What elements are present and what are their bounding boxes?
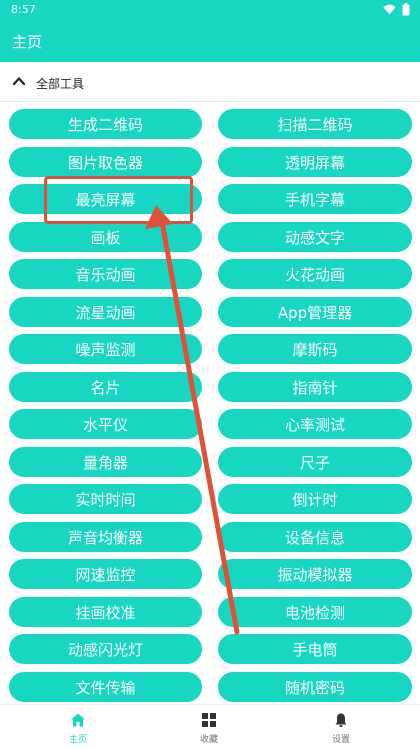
nav-settings-label: 设置 (331, 735, 350, 745)
tool-button[interactable]: 最亮屏幕 (9, 184, 202, 214)
tool-button[interactable]: 动感文字 (218, 222, 412, 252)
bell-icon (335, 713, 347, 727)
tool-button[interactable]: 尺子 (218, 447, 412, 477)
status-time: 8:57 (11, 3, 36, 16)
tool-button[interactable]: 图片取色器 (9, 147, 202, 177)
status-icons (383, 3, 410, 16)
section-header-all-tools[interactable]: 全部工具 (0, 62, 420, 102)
tool-button[interactable]: 声音均衡器 (9, 522, 202, 552)
tool-button[interactable]: 手电筒 (218, 634, 412, 664)
tool-button[interactable]: 设备信息 (218, 522, 412, 552)
tool-button[interactable]: 摩斯码 (218, 334, 412, 364)
tool-button[interactable]: 电池检测 (218, 597, 412, 627)
app-bar: 主页 (0, 20, 420, 62)
nav-favorites-label: 收藏 (199, 735, 218, 745)
tool-button[interactable]: 振动模拟器 (218, 559, 412, 589)
section-label: 全部工具 (36, 77, 85, 91)
tool-button[interactable]: 文件传输 (9, 672, 202, 702)
status-bar: 8:57 (0, 0, 420, 20)
battery-icon (402, 3, 410, 16)
tool-button[interactable]: 动感闪光灯 (9, 634, 202, 664)
tool-button[interactable]: 挂画校准 (9, 597, 202, 627)
tool-button[interactable]: 倒计时 (218, 484, 412, 514)
tool-button[interactable]: 手机字幕 (218, 184, 412, 214)
tool-button[interactable]: 水平仪 (9, 409, 202, 439)
bottom-nav: 主页 收藏 设置 (0, 704, 420, 748)
nav-favorites[interactable]: 收藏 (159, 705, 259, 748)
tool-button[interactable]: 流星动画 (9, 297, 202, 327)
tool-button[interactable]: App管理器 (218, 297, 412, 327)
wifi-icon (383, 4, 396, 15)
home-icon (71, 713, 85, 727)
tool-button[interactable]: 扫描二维码 (218, 109, 412, 139)
tool-button[interactable]: 透明屏幕 (218, 147, 412, 177)
nav-home-label: 主页 (68, 735, 87, 745)
chevron-up-icon[interactable] (12, 74, 26, 88)
tool-button[interactable]: 名片 (9, 372, 202, 402)
tool-button[interactable]: 随机密码 (218, 672, 412, 702)
tool-button[interactable]: 网速监控 (9, 559, 202, 589)
tool-button[interactable]: 音乐动画 (9, 259, 202, 289)
tool-button[interactable]: 生成二维码 (9, 109, 202, 139)
nav-settings[interactable]: 设置 (291, 705, 391, 748)
tool-button[interactable]: 火花动画 (218, 259, 412, 289)
nav-home[interactable]: 主页 (28, 705, 128, 748)
tool-button[interactable]: 噪声监测 (9, 334, 202, 364)
tool-button[interactable]: 量角器 (9, 447, 202, 477)
page-title: 主页 (12, 33, 43, 51)
tool-button[interactable]: 实时时间 (9, 484, 202, 514)
grid-icon (202, 713, 216, 727)
tool-button[interactable]: 画板 (9, 222, 202, 252)
tool-button[interactable]: 心率测试 (218, 409, 412, 439)
tool-button[interactable]: 指南针 (218, 372, 412, 402)
